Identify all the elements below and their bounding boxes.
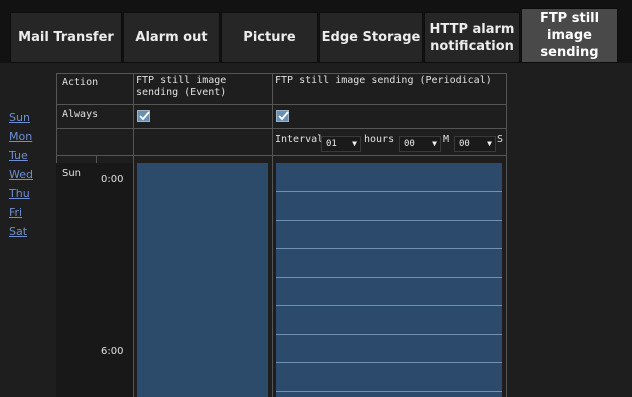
always-label: Always	[62, 109, 99, 120]
tab-label: Edge Storage	[321, 30, 421, 45]
check-icon	[139, 111, 150, 121]
tab-edge-storage[interactable]: Edge Storage	[319, 12, 423, 63]
event-schedule-block[interactable]	[137, 163, 268, 397]
hour-divider	[276, 305, 502, 306]
tab-label: Mail Transfer	[18, 30, 114, 45]
event-column-header: FTP still image sending (Event)	[136, 75, 227, 98]
periodical-schedule-block[interactable]	[276, 163, 502, 397]
action-label: Action	[62, 77, 99, 88]
tab-label: FTP still image sending	[539, 11, 600, 60]
tab-mail-transfer[interactable]: Mail Transfer	[10, 12, 122, 63]
schedule-day-column	[56, 163, 96, 397]
tab-http-alarm-notification[interactable]: HTTP alarm notification	[424, 12, 520, 63]
time-label-0: 0:00	[101, 174, 124, 185]
always-periodical-checkbox[interactable]	[276, 110, 289, 122]
tab-ftp-still-image-sending[interactable]: FTP still image sending	[521, 8, 618, 63]
day-link-sun[interactable]: Sun	[9, 108, 49, 127]
grid-line	[56, 128, 506, 129]
tab-label: HTTP alarm notification	[429, 21, 515, 54]
hour-divider	[276, 277, 502, 278]
grid-line	[56, 155, 506, 156]
seconds-label: S	[497, 134, 504, 145]
minutes-value: 00	[404, 139, 415, 149]
grid-line	[56, 104, 506, 105]
minutes-label: M	[443, 134, 450, 145]
interval-minutes-select[interactable]: 00 ▼	[399, 136, 441, 152]
dropdown-arrow-icon: ▼	[432, 139, 437, 148]
schedule-day-label: Sun	[62, 168, 82, 179]
tab-label: Alarm out	[135, 30, 208, 45]
tab-label: Picture	[243, 30, 296, 45]
dropdown-arrow-icon: ▼	[352, 139, 357, 148]
grid-line	[56, 73, 506, 74]
hour-divider	[276, 191, 502, 192]
tab-bar: Mail Transfer Alarm out Picture Edge Sto…	[0, 0, 632, 63]
hours-label: hours	[364, 134, 395, 145]
schedule-time-column	[96, 163, 133, 397]
interval-label: Interval	[275, 134, 324, 145]
seconds-value: 00	[459, 139, 470, 149]
hour-divider	[276, 391, 502, 392]
interval-hours-select[interactable]: 01 ▼	[321, 136, 361, 152]
interval-seconds-select[interactable]: 00 ▼	[454, 136, 496, 152]
day-link-tue[interactable]: Tue	[9, 146, 49, 165]
dropdown-arrow-icon: ▼	[487, 139, 492, 148]
check-icon	[278, 111, 289, 121]
day-link-thu[interactable]: Thu	[9, 184, 49, 203]
hour-divider	[276, 334, 502, 335]
periodical-column-header: FTP still image sending (Periodical)	[275, 75, 492, 86]
tab-picture[interactable]: Picture	[221, 12, 318, 63]
hour-divider	[276, 248, 502, 249]
hour-divider	[276, 220, 502, 221]
time-label-6: 6:00	[101, 346, 124, 357]
day-link-wed[interactable]: Wed	[9, 165, 49, 184]
grid-line	[506, 73, 507, 397]
tab-alarm-out[interactable]: Alarm out	[123, 12, 220, 63]
grid-line	[272, 73, 273, 397]
day-link-sat[interactable]: Sat	[9, 222, 49, 241]
always-event-checkbox[interactable]	[137, 110, 150, 122]
hour-divider	[276, 362, 502, 363]
hours-value: 01	[326, 139, 337, 149]
grid-line	[133, 73, 134, 397]
day-link-fri[interactable]: Fri	[9, 203, 49, 222]
day-link-mon[interactable]: Mon	[9, 127, 49, 146]
day-links: Sun Mon Tue Wed Thu Fri Sat	[9, 108, 49, 241]
